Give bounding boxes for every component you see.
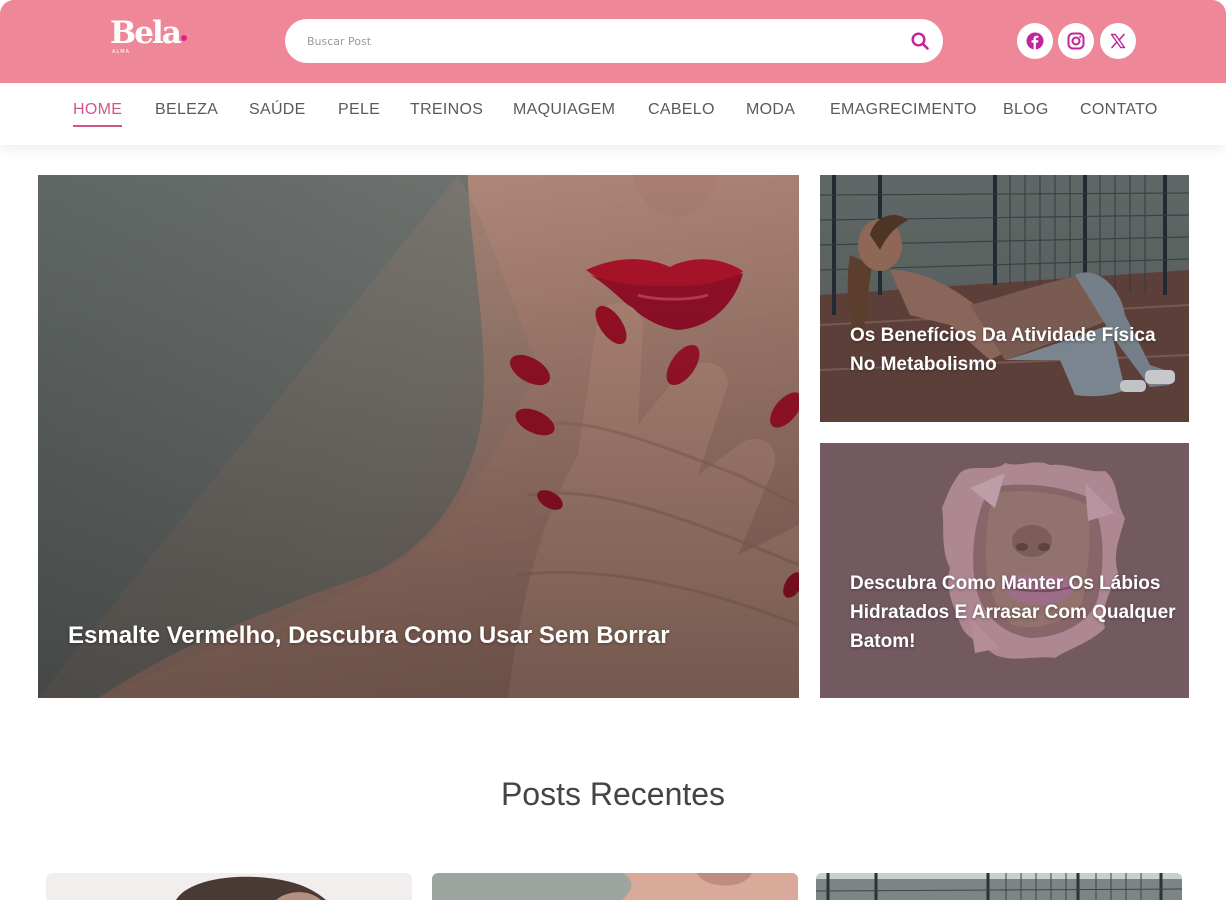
nav-item-cabelo[interactable]: CABELO bbox=[648, 101, 715, 127]
featured-main-title: Esmalte Vermelho, Descubra Como Usar Sem… bbox=[68, 622, 670, 649]
facebook-icon bbox=[1026, 32, 1044, 50]
instagram-link[interactable] bbox=[1058, 23, 1094, 59]
main-nav: HOME BELEZA SAÚDE PELE TREINOS MAQUIAGEM… bbox=[0, 83, 1226, 145]
header-bar: Bela ALMA bbox=[0, 0, 1226, 83]
logo-dot bbox=[180, 35, 187, 41]
nav-item-emagrecimento[interactable]: EMAGRECIMENTO bbox=[830, 101, 977, 127]
x-icon bbox=[1110, 33, 1126, 49]
site-logo[interactable]: Bela ALMA bbox=[110, 16, 190, 56]
instagram-icon bbox=[1067, 32, 1085, 50]
nav-item-pele[interactable]: PELE bbox=[338, 101, 380, 127]
nav-item-maquiagem[interactable]: MAQUIAGEM bbox=[513, 101, 615, 127]
nav-item-contato[interactable]: CONTATO bbox=[1080, 101, 1158, 127]
search-icon bbox=[911, 32, 929, 50]
featured-post-side-2[interactable]: Descubra Como Manter Os Lábios Hidratado… bbox=[820, 443, 1189, 698]
recent-posts-heading: Posts Recentes bbox=[500, 776, 726, 812]
facebook-link[interactable] bbox=[1017, 23, 1053, 59]
featured-side-2-title: Descubra Como Manter Os Lábios Hidratado… bbox=[850, 573, 1176, 652]
search-button[interactable] bbox=[907, 28, 933, 54]
logo-text: Bela bbox=[110, 15, 182, 51]
search-input[interactable] bbox=[307, 30, 887, 52]
nav-item-moda[interactable]: MODA bbox=[746, 101, 795, 127]
recent-post-image-1 bbox=[46, 873, 412, 900]
nav-item-beleza[interactable]: BELEZA bbox=[155, 101, 218, 127]
logo-subtext: ALMA bbox=[112, 49, 130, 55]
search-bar bbox=[285, 19, 943, 63]
nav-item-saude[interactable]: SAÚDE bbox=[249, 101, 306, 127]
nav-item-treinos[interactable]: TREINOS bbox=[410, 101, 483, 127]
x-link[interactable] bbox=[1100, 23, 1136, 59]
recent-post-thumb-1[interactable] bbox=[46, 873, 412, 900]
recent-post-image-3 bbox=[816, 873, 1182, 900]
nav-item-blog[interactable]: BLOG bbox=[1003, 101, 1049, 127]
featured-post-side-1[interactable]: Os Benefícios Da Atividade Física No Met… bbox=[820, 175, 1189, 422]
featured-post-main[interactable]: Esmalte Vermelho, Descubra Como Usar Sem… bbox=[38, 175, 799, 698]
recent-post-thumb-2[interactable] bbox=[432, 873, 798, 900]
recent-post-thumb-3[interactable] bbox=[816, 873, 1182, 900]
featured-side-1-image bbox=[820, 175, 1189, 422]
recent-post-image-2 bbox=[432, 873, 798, 900]
featured-main-image bbox=[38, 175, 799, 698]
featured-side-1-title: Os Benefícios Da Atividade Física No Met… bbox=[850, 325, 1156, 375]
nav-item-home[interactable]: HOME bbox=[73, 101, 123, 127]
